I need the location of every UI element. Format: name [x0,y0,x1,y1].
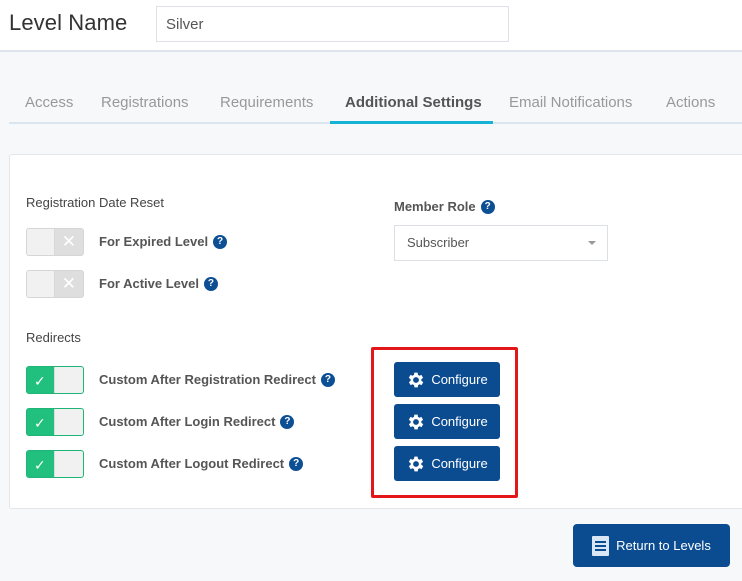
active-level-label: For Active Level [99,276,199,291]
redirects-title: Redirects [26,330,81,345]
logout-redirect-toggle[interactable]: ✓ [26,450,84,478]
tab-additional-settings[interactable]: Additional Settings [345,94,482,111]
configure-login-redirect-button[interactable]: Configure [394,404,500,439]
tab-email-notifications[interactable]: Email Notifications [509,94,632,111]
member-role-row: Member Role ? [394,199,495,214]
level-name-input[interactable] [156,6,509,42]
toggle-knob [54,367,83,393]
help-icon[interactable]: ? [203,276,218,291]
login-redirect-row: Custom After Login Redirect ? [99,414,295,429]
configure-label: Configure [431,372,488,387]
member-role-value: Subscriber [407,235,470,250]
help-icon[interactable]: ? [213,234,228,249]
gear-icon [409,372,424,387]
toggle-knob [27,229,55,255]
return-to-levels-label: Return to Levels [616,538,711,553]
settings-tabs: Access Registrations Requirements Additi… [9,86,742,124]
x-icon: ✕ [61,232,76,251]
registration-redirect-row: Custom After Registration Redirect ? [99,372,335,387]
login-redirect-label: Custom After Login Redirect [99,414,276,429]
active-level-toggle[interactable]: ✕ [26,270,84,298]
x-icon: ✕ [61,274,76,293]
toggle-knob [27,271,55,297]
active-tab-indicator [330,121,493,124]
return-to-levels-button[interactable]: Return to Levels [573,524,730,567]
registration-date-reset-title: Registration Date Reset [26,195,165,210]
registration-redirect-toggle[interactable]: ✓ [26,366,84,394]
toggle-knob [54,409,83,435]
gear-icon [409,456,424,471]
check-icon: ✓ [34,415,46,431]
logout-redirect-label: Custom After Logout Redirect [99,456,285,471]
list-icon [592,535,610,556]
check-icon: ✓ [34,457,46,473]
expired-level-label: For Expired Level [99,234,209,249]
help-icon[interactable]: ? [480,199,495,214]
logout-redirect-row: Custom After Logout Redirect ? [99,456,304,471]
configure-label: Configure [431,414,488,429]
expired-level-row: For Expired Level ? [99,234,228,249]
toggle-knob [54,451,83,477]
tab-requirements[interactable]: Requirements [220,94,313,111]
member-role-label: Member Role [394,199,476,214]
level-name-label: Level Name [9,10,128,35]
login-redirect-toggle[interactable]: ✓ [26,408,84,436]
additional-settings-panel: Registration Date Reset ✕ For Expired Le… [9,154,742,509]
expired-level-toggle[interactable]: ✕ [26,228,84,256]
member-role-select[interactable]: Subscriber [394,225,608,261]
gear-icon [409,414,424,429]
registration-redirect-label: Custom After Registration Redirect [99,372,316,387]
configure-logout-redirect-button[interactable]: Configure [394,446,500,481]
help-icon[interactable]: ? [289,456,304,471]
configure-label: Configure [431,456,488,471]
check-icon: ✓ [34,373,46,389]
tab-registrations[interactable]: Registrations [101,94,189,111]
level-name-header: Level Name [0,0,742,52]
active-level-row: For Active Level ? [99,276,218,291]
caret-down-icon [588,241,596,245]
configure-registration-redirect-button[interactable]: Configure [394,362,500,397]
help-icon[interactable]: ? [320,372,335,387]
tab-actions[interactable]: Actions [666,94,715,111]
tab-access[interactable]: Access [25,94,73,111]
help-icon[interactable]: ? [280,414,295,429]
